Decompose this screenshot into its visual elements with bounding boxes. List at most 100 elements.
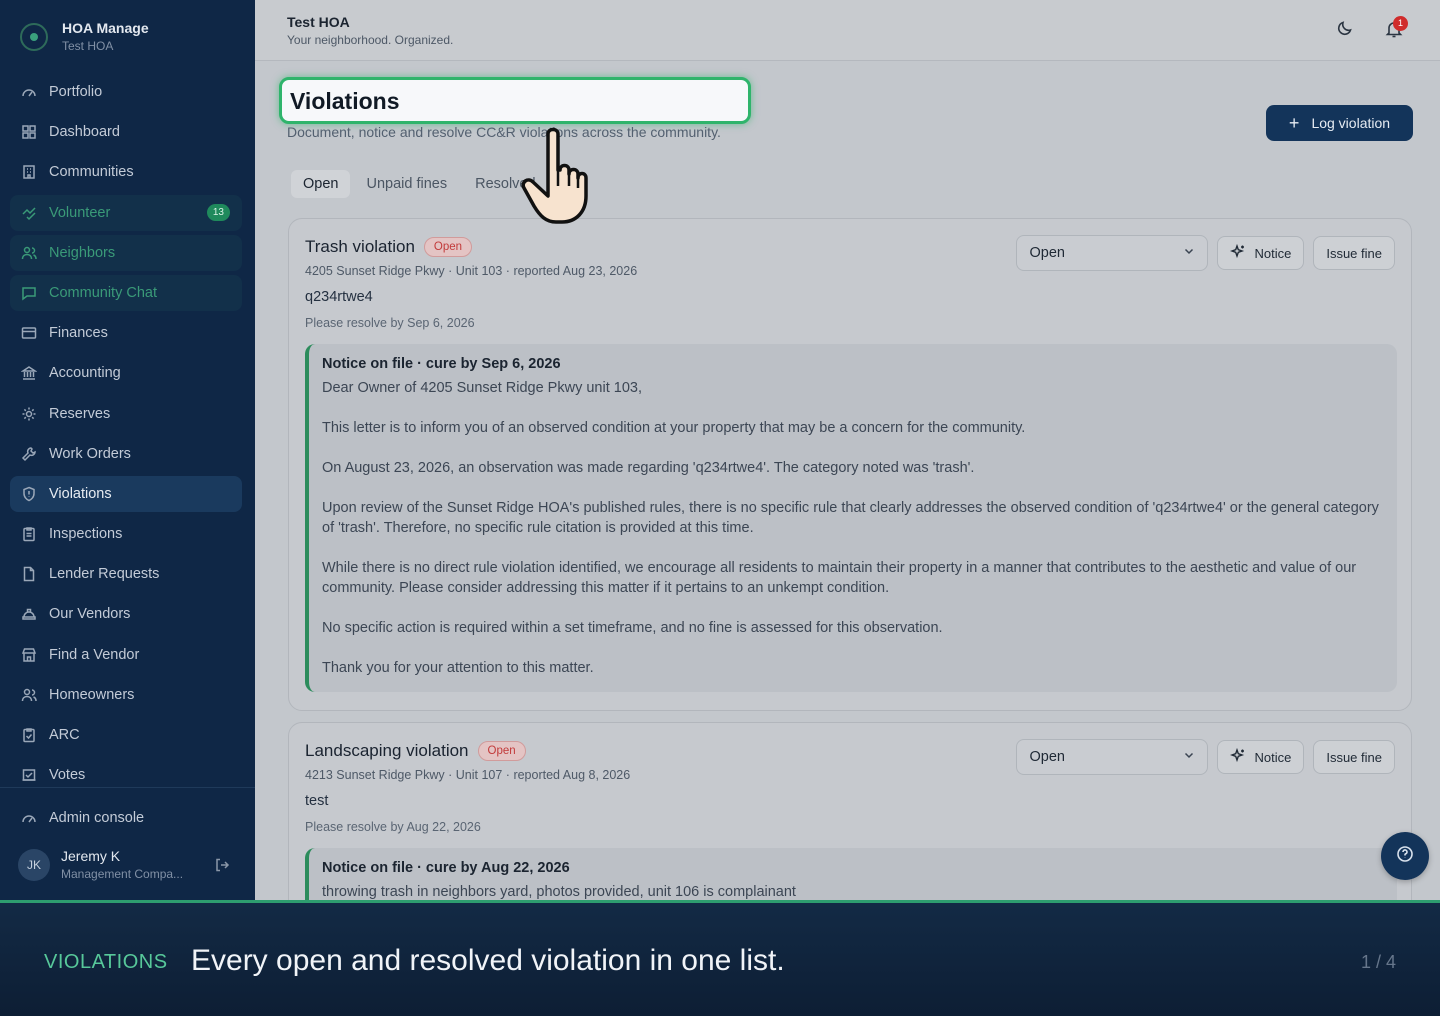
notice-on-file: Notice on file · cure by Sep 6, 2026 Dea… (305, 344, 1397, 692)
page-description: Document, notice and resolve CC&R violat… (287, 124, 721, 140)
notice-heading: Notice on file · cure by Sep 6, 2026 (322, 356, 561, 372)
sidebar-item-finances[interactable]: Finances (10, 315, 242, 351)
user-profile[interactable]: JK Jeremy K Management Compa... (18, 848, 238, 881)
notice-paragraph: While there is no direct rule violation … (322, 560, 1357, 596)
sidebar-item-label: Votes (49, 767, 86, 784)
plus-icon: + (1288, 113, 1300, 133)
sidebar-item-label: Inspections (49, 526, 123, 543)
notice-paragraph: Thank you for your attention to this mat… (322, 660, 594, 676)
sidebar-item-communities[interactable]: Communities (10, 154, 242, 190)
card-icon (21, 325, 37, 341)
sidebar-item-our-vendors[interactable]: Our Vendors (10, 596, 242, 632)
caption-page-indicator: 1 / 4 (1360, 952, 1396, 972)
sidebar-item-label: Accounting (49, 365, 121, 382)
status-select[interactable]: Open (1016, 235, 1209, 271)
violation-meta: 4205 Sunset Ridge Pkwy · Unit 103 · repo… (305, 264, 638, 278)
sidebar-item-label: Community Chat (49, 284, 157, 301)
violation-title: Landscaping violation (305, 741, 469, 760)
log-violation-button[interactable]: + Log violation (1266, 105, 1413, 141)
notice-button-label: Notice (1254, 749, 1292, 765)
avatar: JK (18, 848, 50, 881)
sidebar-item-admin-console[interactable]: Admin console (10, 800, 242, 836)
sidebar-item-work-orders[interactable]: Work Orders (10, 436, 242, 472)
sidebar-item-find-a-vendor[interactable]: Find a Vendor (10, 637, 242, 673)
sidebar-item-label: Dashboard (49, 124, 120, 141)
sidebar-item-label: Portfolio (49, 84, 103, 100)
wrench-icon (21, 446, 37, 462)
status-tabs: Open Unpaid fines Resolved (287, 166, 552, 202)
gauge-icon (21, 810, 37, 826)
page-title: Violations (290, 88, 400, 114)
document-icon (21, 566, 37, 582)
hardhat-icon (21, 606, 37, 622)
clipboard-check-icon (21, 727, 37, 743)
tab-unpaid-fines[interactable]: Unpaid fines (354, 170, 459, 198)
brand[interactable]: HOA Manage Test HOA (20, 20, 149, 53)
notice-paragraph: Upon review of the Sunset Ridge HOA's pu… (322, 500, 1379, 536)
question-icon (1396, 845, 1414, 868)
resolve-by-date: Please resolve by Sep 6, 2026 (305, 316, 475, 330)
sidebar-item-label: Volunteer (49, 204, 111, 221)
notice-button[interactable]: Notice (1217, 236, 1305, 270)
sidebar-item-inspections[interactable]: Inspections (10, 516, 242, 552)
violation-card: Trash violation Open 4205 Sunset Ridge P… (288, 218, 1412, 711)
resolve-by-date: Please resolve by Aug 22, 2026 (305, 820, 481, 834)
community-title: Test HOA (287, 14, 350, 30)
notice-paragraph: On August 23, 2026, an observation was m… (322, 460, 975, 476)
sidebar-item-label: Lender Requests (49, 566, 160, 583)
sidebar-item-lender-requests[interactable]: Lender Requests (10, 556, 242, 592)
sidebar-item-dashboard[interactable]: Dashboard (10, 114, 242, 150)
logout-icon[interactable] (214, 857, 230, 878)
pointer-hand-icon (521, 127, 588, 224)
notice-button[interactable]: Notice (1217, 740, 1305, 774)
bank-icon (21, 365, 37, 381)
sidebar-item-volunteer[interactable]: Volunteer 13 (10, 194, 242, 231)
tab-open[interactable]: Open (291, 170, 351, 198)
moon-icon[interactable] (1336, 19, 1354, 42)
violation-description: test (305, 793, 329, 809)
sidebar-divider (0, 787, 255, 788)
notice-heading: Notice on file · cure by Aug 22, 2026 (322, 860, 570, 876)
sidebar-item-label: Our Vendors (49, 606, 131, 623)
building-icon (21, 164, 37, 180)
log-violation-label: Log violation (1311, 115, 1391, 131)
user-name: Jeremy K (61, 848, 121, 864)
sidebar-item-label: Work Orders (49, 445, 131, 462)
sidebar-item-homeowners[interactable]: Homeowners (10, 677, 242, 713)
notice-paragraph: throwing trash in neighbors yard, photos… (322, 884, 796, 900)
brand-logo-icon (20, 22, 48, 51)
sidebar-item-reserves[interactable]: Reserves (10, 396, 242, 432)
sidebar-item-neighbors[interactable]: Neighbors (10, 234, 242, 271)
sidebar-item-arc[interactable]: ARC (10, 717, 242, 753)
brand-subtitle: Test HOA (62, 39, 114, 53)
sidebar-item-label: Admin console (49, 810, 145, 826)
issue-fine-button[interactable]: Issue fine (1313, 236, 1395, 270)
sidebar-item-label: Finances (49, 325, 108, 342)
main-content: Test HOA Your neighborhood. Organized. 1… (255, 0, 1440, 900)
caption-bar: VIOLATIONS Every open and resolved viola… (0, 900, 1440, 1016)
shield-icon (21, 486, 37, 502)
violation-meta: 4213 Sunset Ridge Pkwy · Unit 107 · repo… (305, 768, 631, 782)
violation-description: q234rtwe4 (305, 289, 373, 305)
brand-title: HOA Manage (62, 20, 149, 36)
notice-paragraph: Dear Owner of 4205 Sunset Ridge Pkwy uni… (322, 380, 642, 396)
sidebar-item-portfolio[interactable]: Portfolio (10, 74, 242, 110)
status-select-value: Open (1029, 749, 1065, 765)
sidebar-item-community-chat[interactable]: Community Chat (10, 274, 242, 311)
status-select-value: Open (1029, 245, 1065, 261)
sidebar-item-violations[interactable]: Violations (10, 475, 242, 512)
status-select[interactable]: Open (1016, 739, 1209, 775)
sparkles-icon (1230, 747, 1246, 767)
gauge-icon (21, 84, 37, 100)
notice-letter: Dear Owner of 4205 Sunset Ridge Pkwy uni… (322, 378, 1383, 678)
help-button[interactable] (1381, 832, 1429, 880)
notification-badge: 1 (1393, 16, 1408, 31)
status-badge: Open (423, 237, 473, 257)
sidebar-item-label: Reserves (49, 405, 111, 422)
notice-paragraph: This letter is to inform you of an obser… (322, 420, 1026, 436)
issue-fine-button[interactable]: Issue fine (1313, 740, 1395, 774)
sparkles-icon (1230, 243, 1246, 263)
ballot-icon (21, 767, 37, 783)
sidebar-item-accounting[interactable]: Accounting (10, 355, 242, 391)
notice-on-file: Notice on file · cure by Aug 22, 2026 th… (305, 848, 1397, 900)
